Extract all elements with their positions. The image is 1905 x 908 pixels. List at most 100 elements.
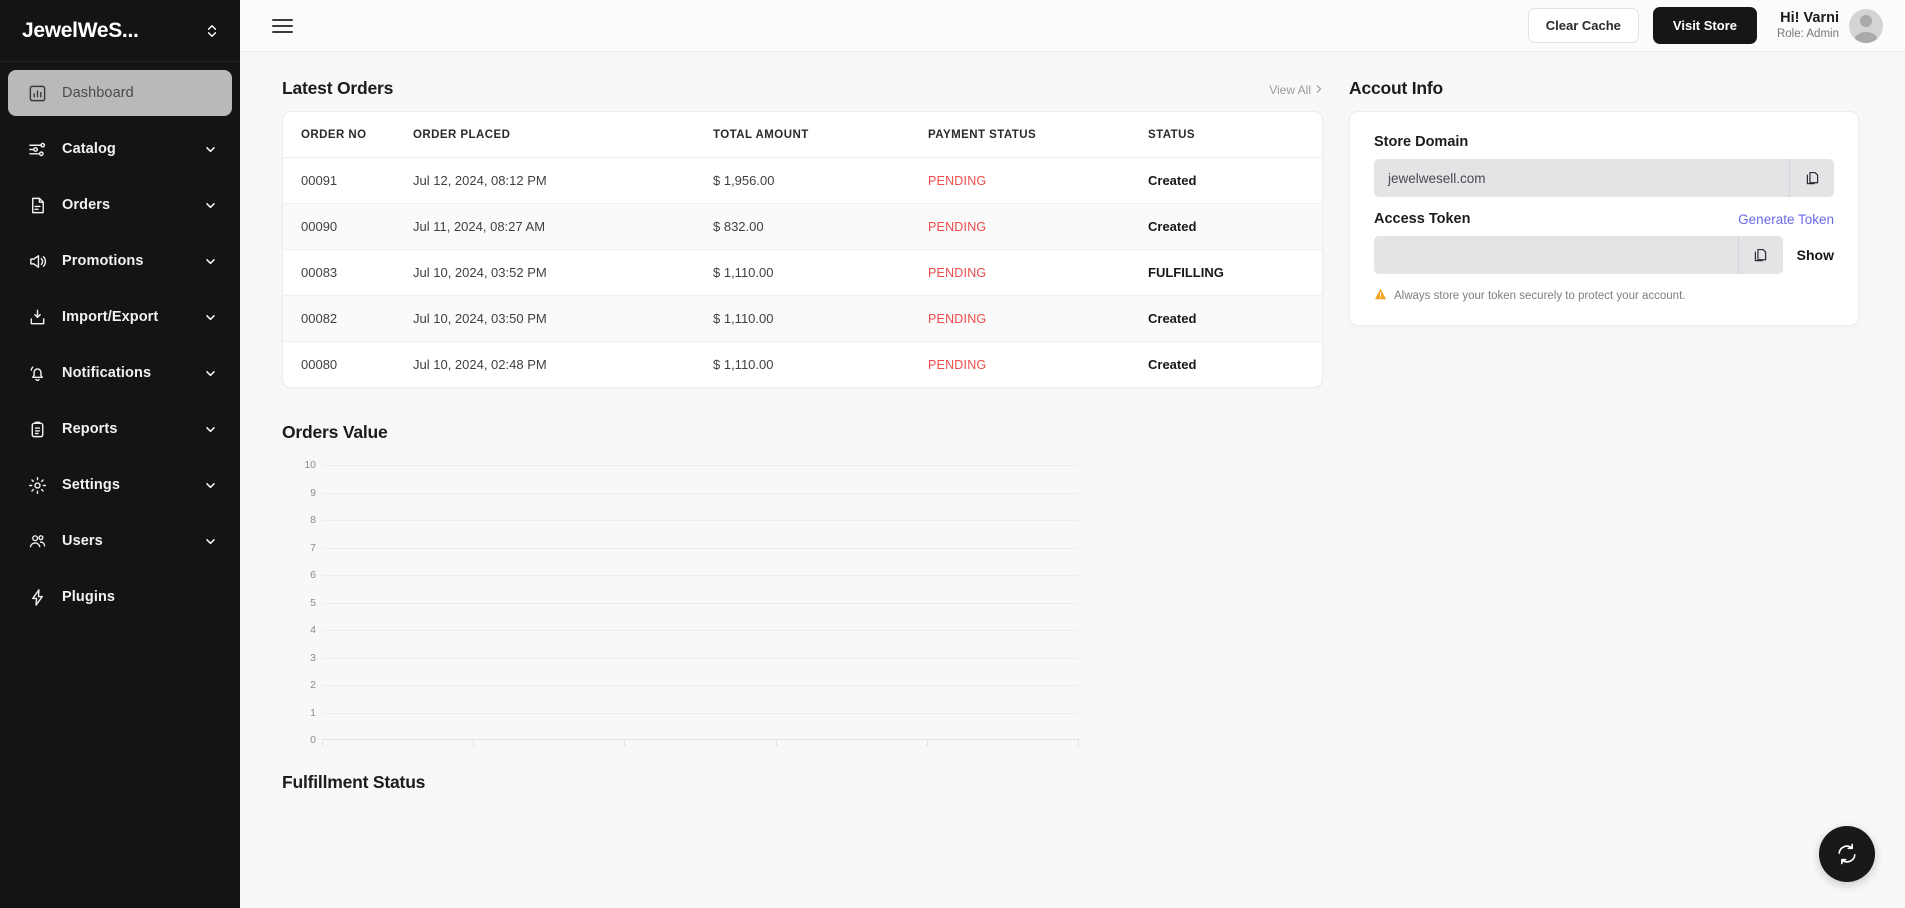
copy-icon[interactable] [1790,159,1834,197]
orders-table-body: 00091 Jul 12, 2024, 08:12 PM $ 1,956.00 PEN… [283,157,1322,388]
account-info-card: Store Domain jewelwesell.com Access Toke… [1349,111,1859,326]
user-menu[interactable]: Hi! Varni Role: Admin [1777,8,1883,43]
cell-payment-status: PENDING [918,157,1138,204]
sidebar-item-label: Import/Export [62,309,159,325]
chevron-down-icon[interactable] [204,534,218,548]
cell-total-amount: $ 1,110.00 [713,357,774,372]
chart-gridline [322,685,1078,686]
account-info-header: Accout Info [1349,78,1859,99]
hamburger-icon[interactable] [268,13,297,39]
copy-icon[interactable] [1738,236,1783,274]
visit-store-button[interactable]: Visit Store [1652,7,1757,44]
orders-table: ORDER NO ORDER PLACED TOTAL AMOUNT PAYME… [283,112,1322,387]
chevron-up-down-icon[interactable] [202,17,222,45]
generate-token-link[interactable]: Generate Token [1738,212,1834,227]
table-row[interactable]: 00091 Jul 12, 2024, 08:12 PM $ 1,956.00 PEN… [283,157,1322,204]
sidebar-item-catalog[interactable]: Catalog [8,126,232,172]
table-row[interactable]: 00082 Jul 10, 2024, 03:50 PM $ 1,110.00 PEN… [283,295,1322,342]
chevron-down-icon[interactable] [204,366,218,380]
latest-orders-header: Latest Orders View All [282,78,1323,99]
table-row[interactable]: 00080 Jul 10, 2024, 02:48 PM $ 1,110.00 PEN… [283,342,1322,388]
y-axis-tick-label: 5 [310,596,316,609]
col-total-amount: TOTAL AMOUNT [703,112,918,158]
cell-order-no: 00083 [283,249,403,296]
sidebar-item-orders[interactable]: Orders [8,182,232,228]
table-header-row: ORDER NO ORDER PLACED TOTAL AMOUNT PAYME… [283,112,1322,158]
cell-total-amount: $ 1,110.00 [703,295,918,342]
chevron-down-icon[interactable] [204,198,218,212]
sidebar-item-label: Settings [62,477,120,493]
chart-x-axis [322,739,1078,740]
chevron-right-icon [1315,83,1323,97]
refresh-sync-icon[interactable] [1819,826,1875,882]
col-status: STATUS [1138,112,1322,158]
status-badge: PENDING [928,174,987,188]
sidebar-item-users[interactable]: Users [8,518,232,564]
sidebar-item-label: Users [62,533,103,549]
clear-cache-button[interactable]: Clear Cache [1527,8,1639,43]
bolt-icon [26,586,48,608]
sidebar-nav: Dashboard Catalog Orders Promotions Import/E… [0,62,240,630]
view-all-link[interactable]: View All [1269,83,1323,97]
topbar-actions: Clear Cache Visit Store Hi! Varni Role: … [1527,7,1883,44]
status-badge: PENDING [928,266,987,280]
status-badge: PENDING [928,358,987,372]
y-axis-tick-label: 2 [310,679,316,691]
access-token-input[interactable] [1374,236,1739,274]
page-title: Latest Orders [282,78,394,98]
status-badge: PENDING [928,312,987,326]
chevron-down-icon[interactable] [204,478,218,492]
cell-total-amount: $ 1,956.00 [703,157,918,204]
chart-gridline [322,575,1078,576]
chevron-down-icon[interactable] [204,310,218,324]
orders-table-head: ORDER NO ORDER PLACED TOTAL AMOUNT PAYME… [283,112,1322,158]
sidebar-item-settings[interactable]: Settings [8,462,232,508]
app-root: JewelWeS... Dashboard Catalog Orders Promot… [0,0,1905,908]
sidebar-item-label: Dashboard [62,85,134,101]
cell-status: Created [1138,157,1322,204]
sidebar-item-notifications[interactable]: Notifications [8,350,232,396]
sidebar-item-promotions[interactable]: Promotions [8,238,232,284]
sidebar-item-label: Plugins [62,589,116,605]
col-payment-status: PAYMENT STATUS [918,112,1138,158]
cell-order-no: 00091 [283,157,403,204]
cell-order-placed: Jul 10, 2024, 02:48 PM [413,357,547,372]
topbar: Clear Cache Visit Store Hi! Varni Role: … [240,0,1905,52]
sidebar-item-plugins[interactable]: Plugins [8,574,232,620]
user-text: Hi! Varni Role: Admin [1777,9,1839,42]
sidebar-item-dashboard[interactable]: Dashboard [8,70,232,116]
sidebar-item-import-export[interactable]: Import/Export [8,294,232,340]
table-row[interactable]: 00090 Jul 11, 2024, 08:27 AM $ 832.00 PENDI… [283,203,1322,250]
chart-gridline [322,492,1078,494]
chart-gridline [322,465,1078,466]
chevron-down-icon[interactable] [204,422,218,436]
sidebar-item-label: Reports [62,421,118,437]
cell-payment-status: PENDING [918,342,1138,388]
avatar[interactable] [1849,8,1883,43]
table-row[interactable]: 00083 Jul 10, 2024, 03:52 PM $ 1,110.00 PEN… [283,249,1322,296]
x-axis-tick [1078,739,1079,746]
sidebar-item-reports[interactable]: Reports [8,406,232,452]
store-domain-row: jewelwesell.com [1374,159,1834,197]
chevron-down-icon[interactable] [204,254,218,268]
y-axis-tick-label: 10 [304,459,316,471]
sidebar-item-label: Notifications [62,365,152,381]
main-area: Clear Cache Visit Store Hi! Varni Role: … [240,0,1905,908]
y-axis-tick-label: 8 [310,514,316,526]
col-order-placed: ORDER PLACED [403,112,703,158]
user-role: Role: Admin [1776,28,1839,41]
cell-total-amount: $ 1,110.00 [703,249,918,296]
cell-order-placed: Jul 10, 2024, 03:52 PM [403,249,703,296]
chevron-down-icon[interactable] [204,142,218,156]
cell-payment-status: PENDING [918,295,1138,342]
access-token-row-label: Access Token Generate Token [1374,211,1834,227]
users-icon [26,530,48,552]
warning-triangle-icon [1374,288,1387,303]
y-axis-tick-label: 9 [310,486,316,499]
col-order-no: ORDER NO [283,112,403,158]
cell-status: FULFILLING [1138,249,1322,296]
store-domain-input[interactable]: jewelwesell.com [1374,159,1790,197]
cell-status: Created [1138,295,1322,342]
show-token-button[interactable]: Show [1797,236,1834,274]
latest-orders-card: ORDER NO ORDER PLACED TOTAL AMOUNT PAYME… [282,111,1323,388]
